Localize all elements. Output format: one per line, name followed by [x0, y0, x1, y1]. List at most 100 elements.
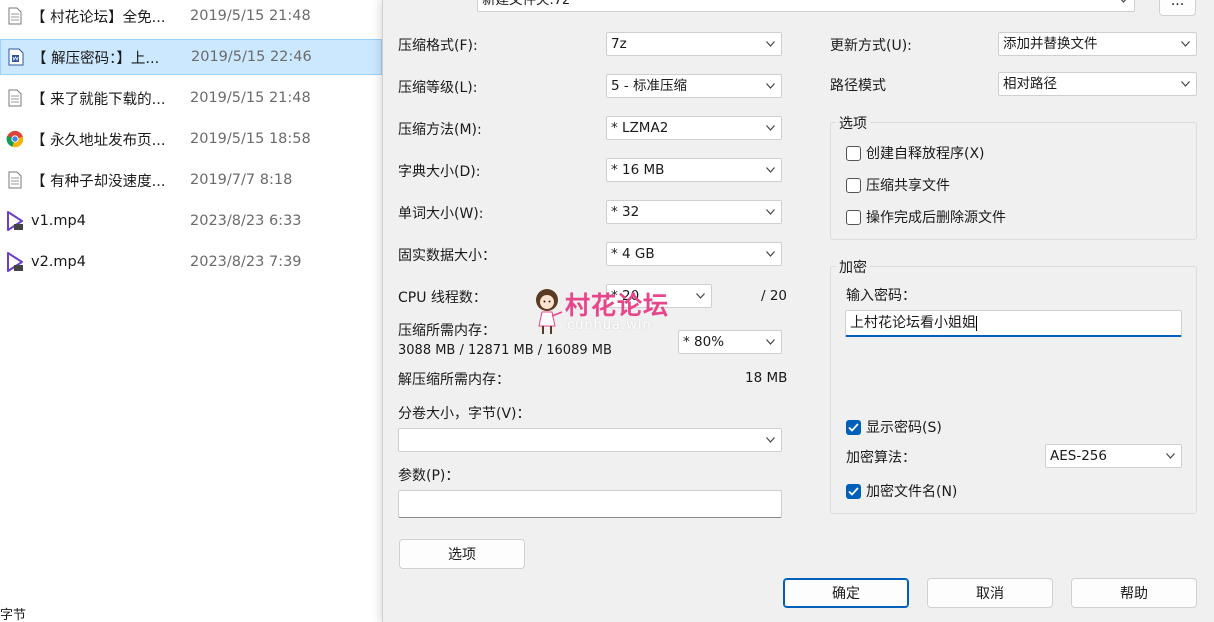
- show-password-checkbox[interactable]: 显示密码(S): [846, 417, 942, 437]
- file-date: 2019/7/7 8:18: [190, 172, 293, 188]
- file-date: 2023/8/23 6:33: [190, 213, 302, 229]
- browse-button[interactable]: ...: [1159, 0, 1196, 16]
- file-row[interactable]: 【 村花论坛】全免... 2019/5/15 21:48: [0, 0, 382, 34]
- format-value: 7z: [611, 36, 627, 52]
- chevron-down-icon: [1120, 0, 1127, 3]
- cancel-button[interactable]: 取消: [927, 578, 1053, 608]
- dict-value: * 16 MB: [611, 162, 665, 178]
- text-caret: [976, 315, 977, 331]
- method-select[interactable]: * LZMA2: [606, 116, 782, 140]
- shared-files-checkbox[interactable]: 压缩共享文件: [846, 175, 950, 195]
- checkbox-box-checked[interactable]: [846, 483, 861, 499]
- chevron-down-icon: [766, 83, 775, 89]
- file-name: 【 村花论坛】全免...: [31, 9, 166, 26]
- level-select[interactable]: 5 - 标准压缩: [606, 74, 782, 98]
- help-button[interactable]: 帮助: [1071, 578, 1197, 608]
- file-date: 2019/5/15 18:58: [190, 131, 311, 147]
- method-value: * LZMA2: [611, 120, 669, 136]
- text-file-icon: [6, 6, 24, 26]
- password-input[interactable]: 上村花论坛看小姐姐: [845, 310, 1182, 337]
- file-row[interactable]: 【 有种子却没速度... 2019/7/7 8:18: [0, 162, 382, 198]
- file-row[interactable]: 【 来了就能下载的... 2019/5/15 21:48: [0, 80, 382, 116]
- sfx-checkbox[interactable]: 创建自释放程序(X): [846, 143, 985, 163]
- dict-label: 字典大小(D):: [398, 164, 481, 180]
- site-watermark: 村花论坛 cunhua.win: [533, 286, 693, 338]
- help-button-label: 帮助: [1120, 586, 1148, 602]
- delete-after-label: 操作完成后删除源文件: [866, 210, 1006, 226]
- update-mode-select[interactable]: 添加并替换文件: [998, 32, 1197, 56]
- word-value: * 32: [611, 204, 640, 220]
- ok-button-label: 确定: [832, 586, 860, 602]
- video-file-icon: [6, 211, 24, 231]
- text-file-icon: [6, 88, 24, 108]
- checkbox-box[interactable]: [846, 145, 861, 161]
- params-label: 参数(P)：: [398, 468, 460, 484]
- chevron-down-icon: [1181, 81, 1190, 87]
- word-doc-icon: [7, 47, 25, 67]
- method-label: 压缩方法(M):: [398, 122, 482, 138]
- chevron-down-icon: [1166, 453, 1175, 459]
- watermark-subtitle: cunhua.win: [567, 318, 652, 333]
- volume-size-combo[interactable]: [398, 428, 782, 452]
- file-name: 【 有种子却没速度...: [31, 173, 166, 190]
- checkbox-box-checked[interactable]: [846, 419, 861, 435]
- file-row-selected[interactable]: 【 解压密码：】上... 2019/5/15 22:46: [0, 39, 382, 75]
- add-to-archive-dialog: 新建文件夹.7z ... 压缩格式(F): 7z 压缩等级(L): 5 - 标准…: [382, 0, 1214, 622]
- file-date: 2019/5/15 22:46: [191, 49, 312, 65]
- file-row[interactable]: 【 永久地址发布页... 2019/5/15 18:58: [0, 121, 382, 157]
- file-date: 2019/5/15 21:48: [190, 8, 311, 24]
- chevron-down-icon: [766, 437, 775, 443]
- chevron-down-icon: [696, 293, 705, 299]
- password-value: 上村花论坛看小姐姐: [850, 315, 976, 331]
- options-button-label: 选项: [448, 547, 476, 563]
- file-row[interactable]: v2.mp4 2023/8/23 7:39: [0, 244, 382, 280]
- delete-after-checkbox[interactable]: 操作完成后删除源文件: [846, 207, 1006, 227]
- archive-name-value: 新建文件夹.7z: [482, 0, 570, 8]
- show-password-label: 显示密码(S): [866, 420, 942, 436]
- checkbox-box[interactable]: [846, 177, 861, 193]
- path-mode-select[interactable]: 相对路径: [998, 72, 1197, 96]
- archive-name-combo[interactable]: 新建文件夹.7z: [477, 0, 1135, 12]
- encrypt-names-checkbox[interactable]: 加密文件名(N): [846, 481, 957, 501]
- memory-usage-select[interactable]: * 80%: [678, 330, 782, 354]
- check-icon: [848, 422, 859, 432]
- encrypt-names-label: 加密文件名(N): [866, 484, 958, 500]
- browse-label: ...: [1170, 0, 1185, 9]
- file-list-pane: 【 村花论坛】全免... 2019/5/15 21:48 【 解压密码：】上..…: [0, 0, 382, 622]
- dict-select[interactable]: * 16 MB: [606, 158, 782, 182]
- solid-label: 固实数据大小：: [398, 248, 496, 264]
- chrome-icon: [6, 129, 24, 149]
- chevron-down-icon: [766, 125, 775, 131]
- chevron-down-icon: [766, 251, 775, 257]
- file-name: v2.mp4: [31, 254, 86, 270]
- format-label: 压缩格式(F):: [398, 38, 478, 54]
- chevron-down-icon: [1181, 41, 1190, 47]
- cpu-label: CPU 线程数：: [398, 290, 487, 306]
- encryption-method-value: AES-256: [1050, 448, 1107, 464]
- file-name: 【 来了就能下载的...: [31, 91, 166, 108]
- solid-select[interactable]: * 4 GB: [606, 242, 782, 266]
- text-file-icon: [6, 170, 24, 190]
- chevron-down-icon: [766, 209, 775, 215]
- ok-button[interactable]: 确定: [783, 578, 909, 608]
- memory-label: 压缩所需内存：: [398, 323, 496, 339]
- decompress-memory-label: 解压缩所需内存：: [398, 372, 510, 388]
- checkbox-box[interactable]: [846, 209, 861, 225]
- chevron-down-icon: [766, 339, 775, 345]
- file-row[interactable]: v1.mp4 2023/8/23 6:33: [0, 203, 382, 239]
- update-mode-value: 添加并替换文件: [1003, 36, 1098, 52]
- cancel-button-label: 取消: [976, 586, 1004, 602]
- word-select[interactable]: * 32: [606, 200, 782, 224]
- format-select[interactable]: 7z: [606, 32, 782, 56]
- params-input[interactable]: [398, 490, 782, 518]
- encryption-method-select[interactable]: AES-256: [1045, 444, 1182, 468]
- file-name: 【 永久地址发布页...: [31, 132, 166, 149]
- file-date: 2023/8/23 7:39: [190, 254, 302, 270]
- options-button[interactable]: 选项: [399, 539, 525, 569]
- path-mode-label: 路径模式: [830, 78, 886, 94]
- path-mode-value: 相对路径: [1003, 76, 1057, 92]
- level-value: 5 - 标准压缩: [611, 78, 688, 94]
- password-label: 输入密码：: [846, 288, 916, 304]
- file-name: v1.mp4: [31, 213, 86, 229]
- level-label: 压缩等级(L):: [398, 80, 478, 96]
